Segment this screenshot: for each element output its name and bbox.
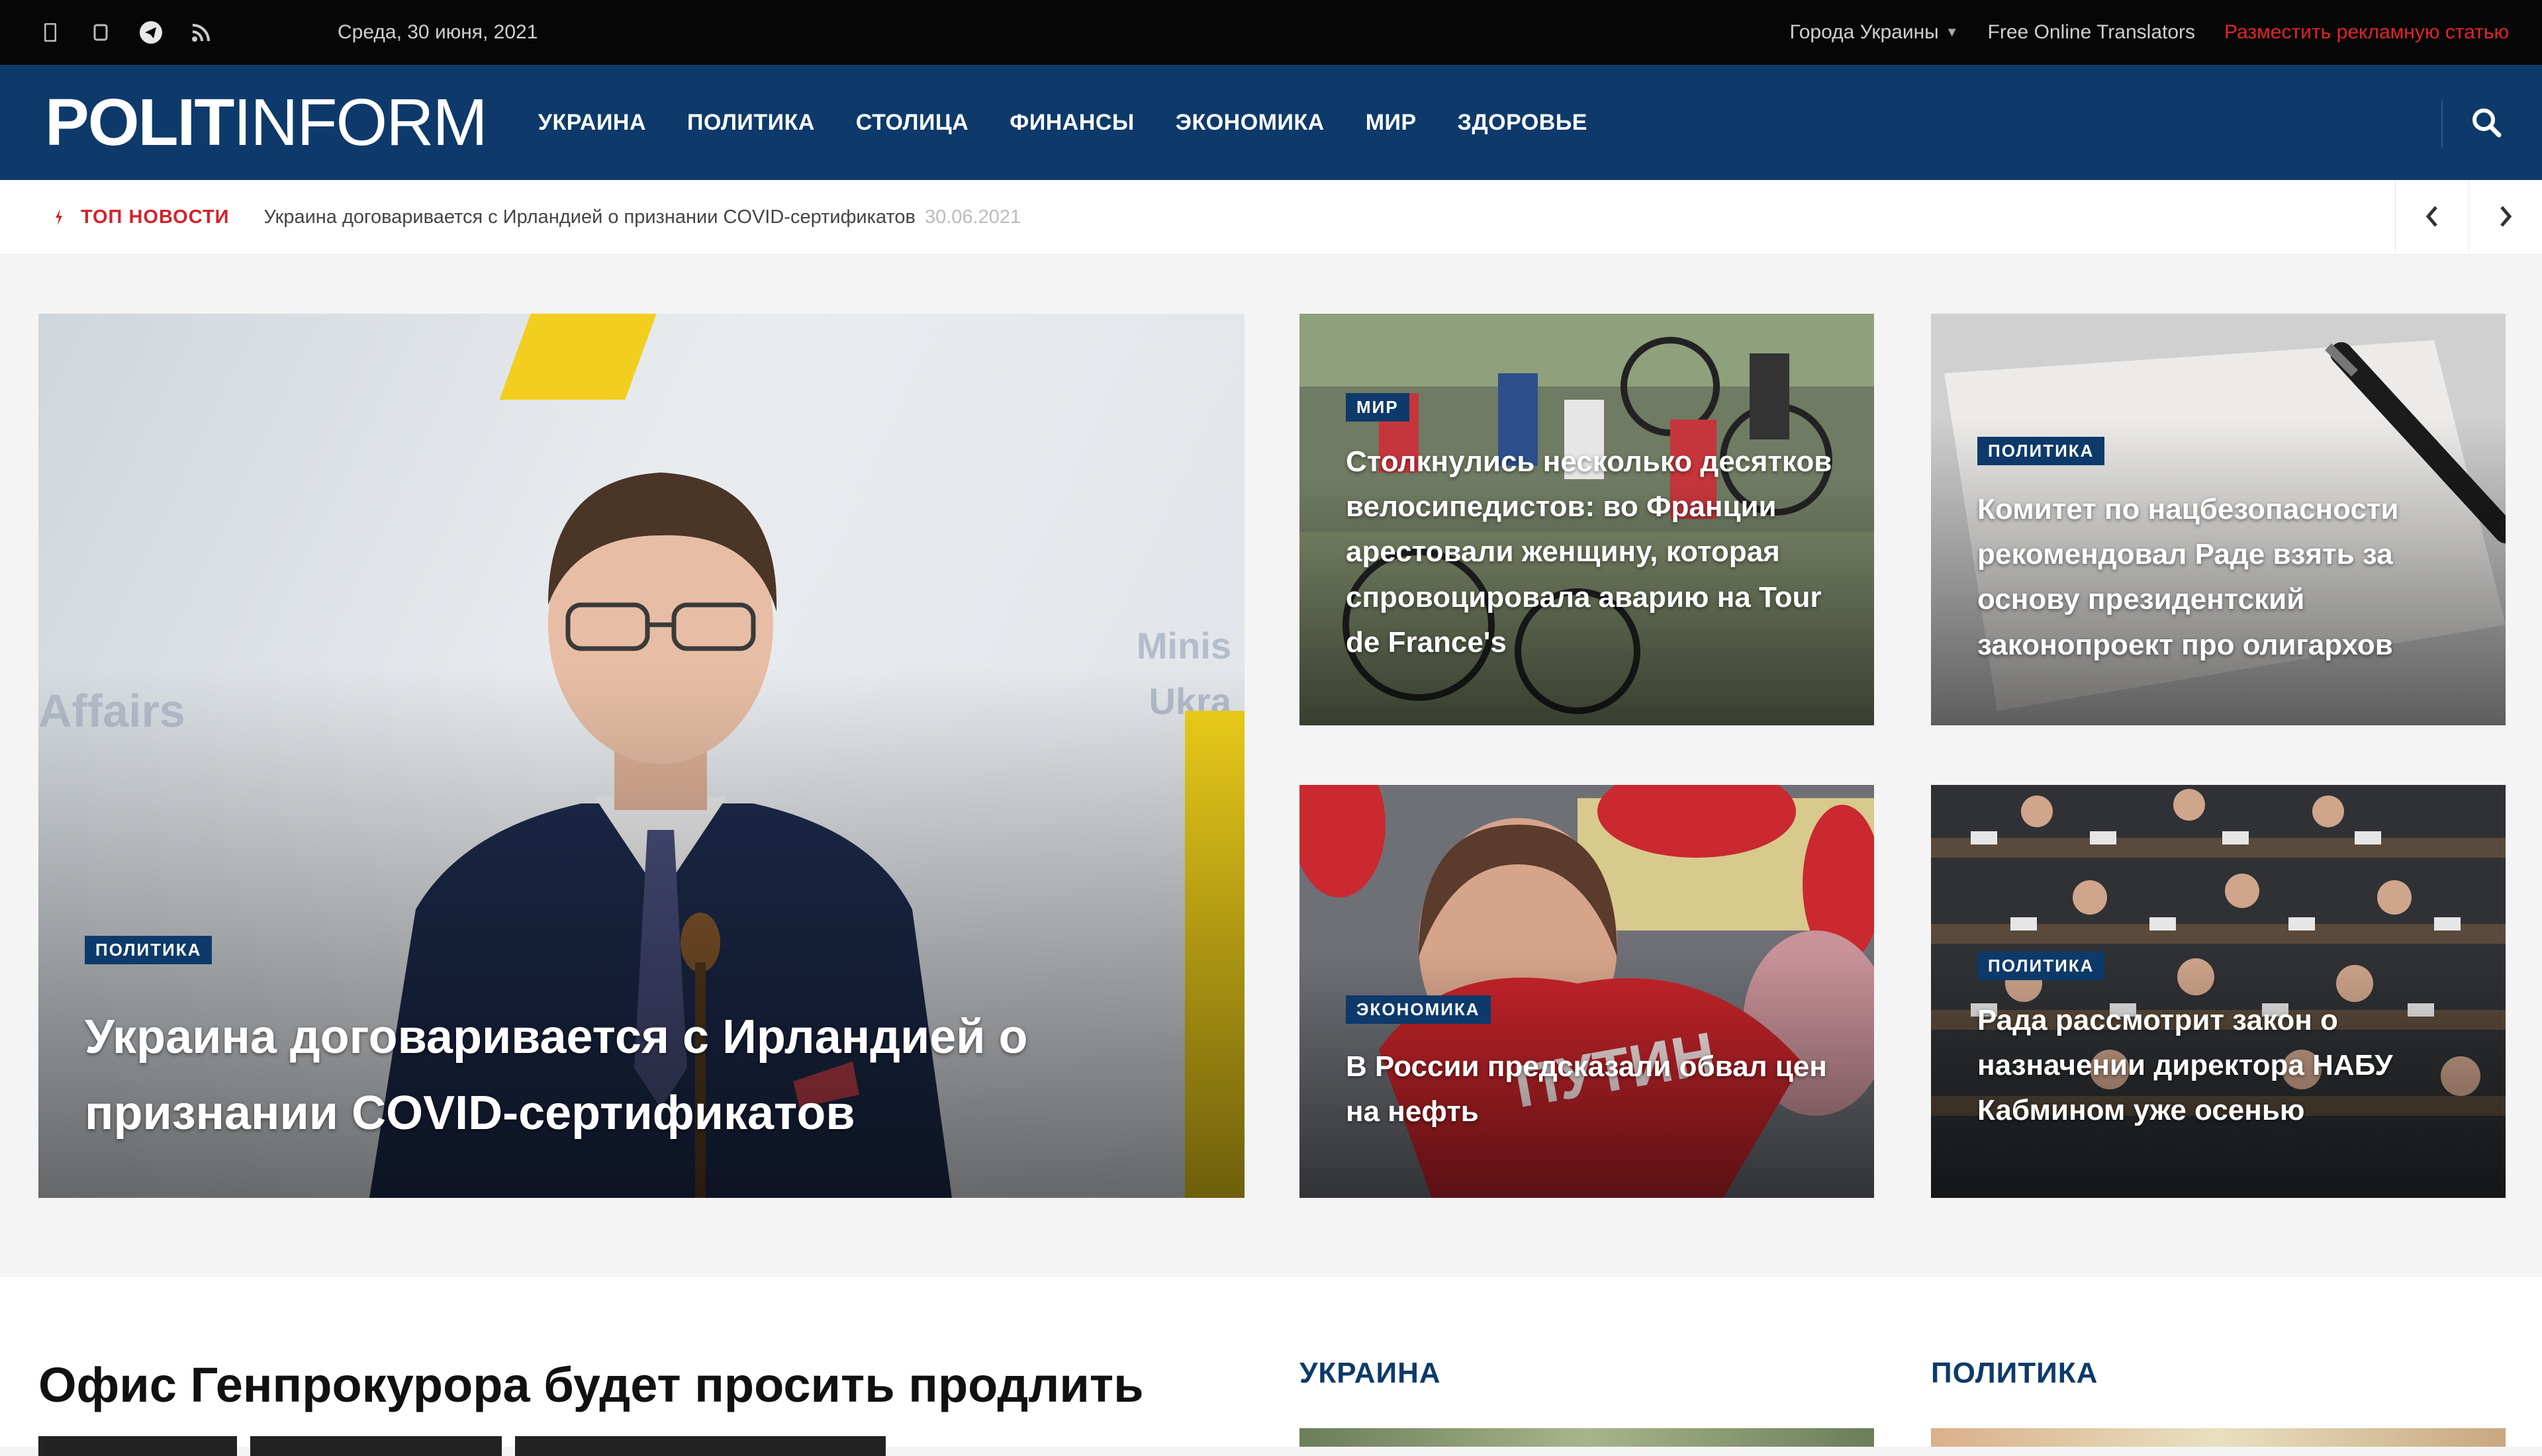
facebook-icon[interactable] xyxy=(37,19,64,46)
current-date: Среда, 30 июня, 2021 xyxy=(338,21,538,43)
category-badge[interactable]: ЭКОНОМИКА xyxy=(1346,995,1491,1024)
featured-card-title[interactable]: Рада рассмотрит закон о назначении дирек… xyxy=(1977,998,2494,1134)
featured-card-title[interactable]: Комитет по нацбезопасности рекомендовал … xyxy=(1977,487,2494,668)
nav-item-world[interactable]: МИР xyxy=(1366,110,1417,136)
featured-main-card[interactable]: Affairs MinisUkra ПОЛИТИКА Украина догов… xyxy=(38,314,1245,1198)
ticker-label-text: ТОП НОВОСТИ xyxy=(81,206,230,228)
ticker-headline[interactable]: Украина договаривается с Ирландией о при… xyxy=(264,206,1021,228)
top-links: Города Украины ▼ Free Online Translators… xyxy=(1761,0,2510,65)
ticker-next-button[interactable] xyxy=(2469,180,2542,253)
bolt-icon xyxy=(56,209,62,225)
section-thumbnail[interactable] xyxy=(1931,1428,2506,1447)
telegram-icon[interactable] xyxy=(138,19,164,46)
rss-icon[interactable] xyxy=(188,19,214,46)
social-links xyxy=(37,19,238,46)
nav-item-finance[interactable]: ФИНАНСЫ xyxy=(1010,110,1134,136)
cities-label: Города Украины xyxy=(1789,21,1939,43)
news-ticker: ТОП НОВОСТИ Украина договаривается с Ирл… xyxy=(0,180,2542,255)
chevron-left-icon xyxy=(2425,206,2437,227)
site-header: POLITINFORM УКРАИНА ПОЛИТИКА СТОЛИЦА ФИН… xyxy=(0,65,2542,180)
translators-link[interactable]: Free Online Translators xyxy=(1988,21,2195,44)
nav-item-economy[interactable]: ЭКОНОМИКА xyxy=(1176,110,1325,136)
featured-card[interactable]: МИР Столкнулись несколько десятков велос… xyxy=(1299,314,1874,725)
featured-card[interactable]: ПОЛИТИКА Рада рассмотрит закон о назначе… xyxy=(1931,785,2506,1198)
section-title-politics[interactable]: ПОЛИТИКА xyxy=(1931,1357,2098,1390)
featured-card-title[interactable]: Столкнулись несколько десятков велосипед… xyxy=(1346,439,1862,665)
nav-item-capital[interactable]: СТОЛИЦА xyxy=(856,110,968,136)
header-divider xyxy=(2441,99,2443,148)
featured-card-title[interactable]: В России предсказали обвал цен на нефть xyxy=(1346,1044,1862,1134)
advertise-link[interactable]: Разместить рекламную статью xyxy=(2224,21,2509,44)
logo-bold: POLIT xyxy=(45,85,234,159)
ticker-time: 30.06.2021 xyxy=(924,206,1021,228)
ticker-controls xyxy=(2395,180,2542,254)
decor-shape xyxy=(499,314,657,400)
article-headline[interactable]: Офис Генпрокурора будет просить продлить xyxy=(38,1357,1144,1413)
cities-dropdown[interactable]: Города Украины ▼ xyxy=(1790,21,1959,44)
category-badge[interactable]: ПОЛИТИКА xyxy=(85,936,212,964)
section-thumbnail[interactable] xyxy=(1299,1428,1874,1447)
chevron-right-icon xyxy=(2500,206,2512,227)
featured-card[interactable]: ПОЛИТИКА Комитет по нацбезопасности реко… xyxy=(1931,314,2506,725)
featured-main-title[interactable]: Украина договаривается с Ирландией о при… xyxy=(85,999,1144,1152)
logo-regular: INFORM xyxy=(233,85,487,159)
search-icon[interactable] xyxy=(2469,105,2506,142)
article-headline-continued xyxy=(38,1416,1137,1456)
featured-card[interactable]: ПУТИН ЭКОНОМИКА В России предсказали обв… xyxy=(1299,785,1874,1198)
ticker-prev-button[interactable] xyxy=(2395,180,2469,253)
top-bar: Среда, 30 июня, 2021 Города Украины ▼ Fr… xyxy=(0,0,2542,65)
ticker-headline-text: Украина договаривается с Ирландией о при… xyxy=(263,206,916,228)
main-nav: УКРАИНА ПОЛИТИКА СТОЛИЦА ФИНАНСЫ ЭКОНОМИ… xyxy=(538,110,1628,136)
lower-section: Офис Генпрокурора будет просить продлить… xyxy=(0,1277,2542,1456)
nav-item-ukraine[interactable]: УКРАИНА xyxy=(538,110,646,136)
category-badge[interactable]: ПОЛИТИКА xyxy=(1977,952,2105,980)
instagram-icon[interactable] xyxy=(87,19,114,46)
section-title-ukraine[interactable]: УКРАИНА xyxy=(1299,1357,1441,1390)
nav-item-health[interactable]: ЗДОРОВЬЕ xyxy=(1458,110,1587,136)
nav-item-politics[interactable]: ПОЛИТИКА xyxy=(687,110,815,136)
chevron-down-icon: ▼ xyxy=(1945,24,1959,40)
category-badge[interactable]: МИР xyxy=(1346,393,1409,422)
category-badge[interactable]: ПОЛИТИКА xyxy=(1977,437,2105,465)
ticker-label: ТОП НОВОСТИ xyxy=(54,206,230,228)
site-logo[interactable]: POLITINFORM xyxy=(45,89,488,156)
